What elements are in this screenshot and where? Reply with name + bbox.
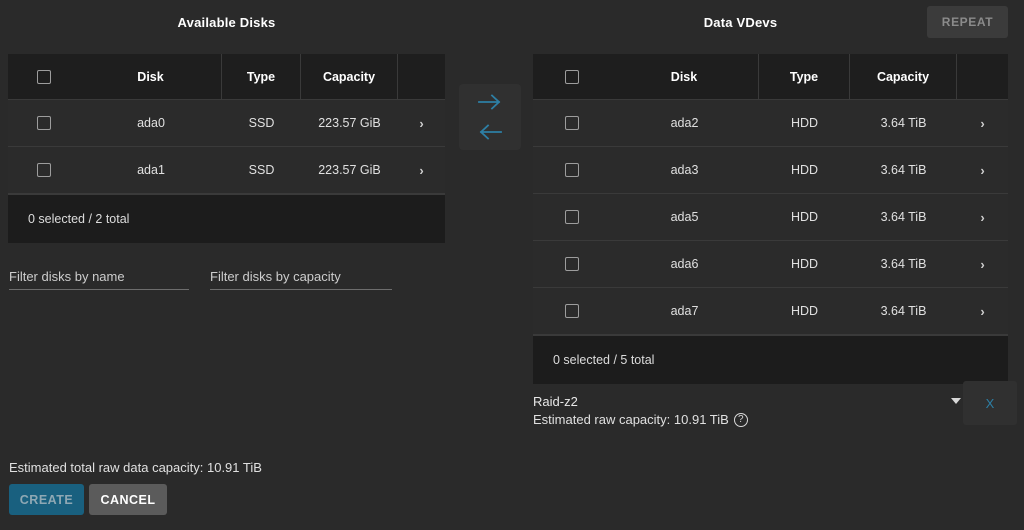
row-expand-cell[interactable]: › xyxy=(398,100,445,146)
chevron-down-icon xyxy=(951,398,961,404)
create-button[interactable]: CREATE xyxy=(9,484,84,515)
cell-capacity: 3.64 TiB xyxy=(850,100,957,146)
cell-capacity: 3.64 TiB xyxy=(850,194,957,240)
raid-capacity-text: Estimated raw capacity: 10.91 TiB xyxy=(533,412,729,427)
column-header-capacity[interactable]: Capacity xyxy=(301,54,398,99)
filter-capacity-input[interactable] xyxy=(210,269,392,290)
cell-capacity: 3.64 TiB xyxy=(850,147,957,193)
cell-disk: ada0 xyxy=(80,100,222,146)
cell-type: HDD xyxy=(759,288,850,334)
column-header-type[interactable]: Type xyxy=(222,54,301,99)
move-to-vdevs-button[interactable] xyxy=(473,89,507,115)
cell-disk: ada7 xyxy=(610,288,759,334)
column-header-disk[interactable]: Disk xyxy=(80,54,222,99)
chevron-right-icon[interactable]: › xyxy=(980,117,984,130)
raid-capacity-hint: Estimated raw capacity: 10.91 TiB ? xyxy=(533,412,748,427)
row-checkbox[interactable] xyxy=(565,304,579,318)
row-checkbox[interactable] xyxy=(565,163,579,177)
row-expand-cell[interactable]: › xyxy=(957,147,1008,193)
chevron-right-icon[interactable]: › xyxy=(980,164,984,177)
remove-vdev-button[interactable]: X xyxy=(963,381,1017,425)
cell-type: HDD xyxy=(759,241,850,287)
row-expand-cell[interactable]: › xyxy=(957,288,1008,334)
row-checkbox[interactable] xyxy=(565,116,579,130)
column-header-type[interactable]: Type xyxy=(759,54,850,99)
row-expand-cell[interactable]: › xyxy=(957,194,1008,240)
row-checkbox[interactable] xyxy=(565,210,579,224)
total-capacity-label: Estimated total raw data capacity: 10.91… xyxy=(9,460,262,475)
chevron-right-icon[interactable]: › xyxy=(419,117,423,130)
select-all-checkbox[interactable] xyxy=(565,70,579,84)
row-select-cell xyxy=(533,147,610,193)
filter-name-input[interactable] xyxy=(9,269,189,290)
column-header-disk[interactable]: Disk xyxy=(610,54,759,99)
row-select-cell xyxy=(533,194,610,240)
column-header-actions xyxy=(957,54,1008,99)
disk-pool-manager: Available Disks Data VDevs REPEAT Disk T… xyxy=(0,0,1024,530)
raid-type-value: Raid-z2 xyxy=(533,394,578,409)
arrow-right-icon xyxy=(477,93,503,111)
chevron-right-icon[interactable]: › xyxy=(980,211,984,224)
table-header-row: Disk Type Capacity xyxy=(8,54,445,100)
cancel-button[interactable]: CANCEL xyxy=(89,484,167,515)
filter-by-capacity xyxy=(210,268,392,294)
filter-by-name xyxy=(9,268,189,294)
available-disks-footer: 0 selected / 2 total xyxy=(8,194,445,243)
row-select-cell xyxy=(533,288,610,334)
cell-capacity: 223.57 GiB xyxy=(301,100,398,146)
table-row[interactable]: ada1 SSD 223.57 GiB › xyxy=(8,147,445,194)
row-expand-cell[interactable]: › xyxy=(957,100,1008,146)
available-disks-title: Available Disks xyxy=(0,15,453,30)
row-checkbox[interactable] xyxy=(37,116,51,130)
data-vdevs-footer: 0 selected / 5 total xyxy=(533,335,1008,384)
transfer-controls xyxy=(459,84,521,150)
cell-capacity: 3.64 TiB xyxy=(850,288,957,334)
column-header-capacity[interactable]: Capacity xyxy=(850,54,957,99)
table-row[interactable]: ada5 HDD 3.64 TiB › xyxy=(533,194,1008,241)
cell-type: HDD xyxy=(759,194,850,240)
repeat-button[interactable]: REPEAT xyxy=(927,6,1008,38)
table-row[interactable]: ada2 HDD 3.64 TiB › xyxy=(533,100,1008,147)
table-row[interactable]: ada3 HDD 3.64 TiB › xyxy=(533,147,1008,194)
cell-disk: ada1 xyxy=(80,147,222,193)
select-all-checkbox[interactable] xyxy=(37,70,51,84)
cell-type: HDD xyxy=(759,100,850,146)
row-select-cell xyxy=(533,100,610,146)
cell-type: HDD xyxy=(759,147,850,193)
cell-type: SSD xyxy=(222,147,301,193)
data-vdevs-table: Disk Type Capacity ada2 HDD 3.64 TiB › a… xyxy=(533,54,1008,384)
row-checkbox[interactable] xyxy=(37,163,51,177)
select-all-header-cell xyxy=(8,54,80,99)
row-checkbox[interactable] xyxy=(565,257,579,271)
row-select-cell xyxy=(8,147,80,193)
table-row[interactable]: ada0 SSD 223.57 GiB › xyxy=(8,100,445,147)
cell-disk: ada3 xyxy=(610,147,759,193)
chevron-right-icon[interactable]: › xyxy=(419,164,423,177)
row-select-cell xyxy=(8,100,80,146)
row-select-cell xyxy=(533,241,610,287)
table-row[interactable]: ada6 HDD 3.64 TiB › xyxy=(533,241,1008,288)
cell-disk: ada2 xyxy=(610,100,759,146)
chevron-right-icon[interactable]: › xyxy=(980,258,984,271)
chevron-right-icon[interactable]: › xyxy=(980,305,984,318)
row-expand-cell[interactable]: › xyxy=(398,147,445,193)
cell-capacity: 3.64 TiB xyxy=(850,241,957,287)
select-all-header-cell xyxy=(533,54,610,99)
column-header-actions xyxy=(398,54,445,99)
cell-disk: ada6 xyxy=(610,241,759,287)
help-icon[interactable]: ? xyxy=(734,413,748,427)
table-row[interactable]: ada7 HDD 3.64 TiB › xyxy=(533,288,1008,335)
row-expand-cell[interactable]: › xyxy=(957,241,1008,287)
arrow-left-icon xyxy=(477,123,503,141)
available-disks-table: Disk Type Capacity ada0 SSD 223.57 GiB ›… xyxy=(8,54,445,243)
cell-capacity: 223.57 GiB xyxy=(301,147,398,193)
raid-type-select[interactable]: Raid-z2 xyxy=(533,390,965,412)
cell-disk: ada5 xyxy=(610,194,759,240)
data-vdevs-title: Data VDevs xyxy=(533,15,948,30)
cell-type: SSD xyxy=(222,100,301,146)
move-to-available-button[interactable] xyxy=(473,119,507,145)
table-header-row: Disk Type Capacity xyxy=(533,54,1008,100)
